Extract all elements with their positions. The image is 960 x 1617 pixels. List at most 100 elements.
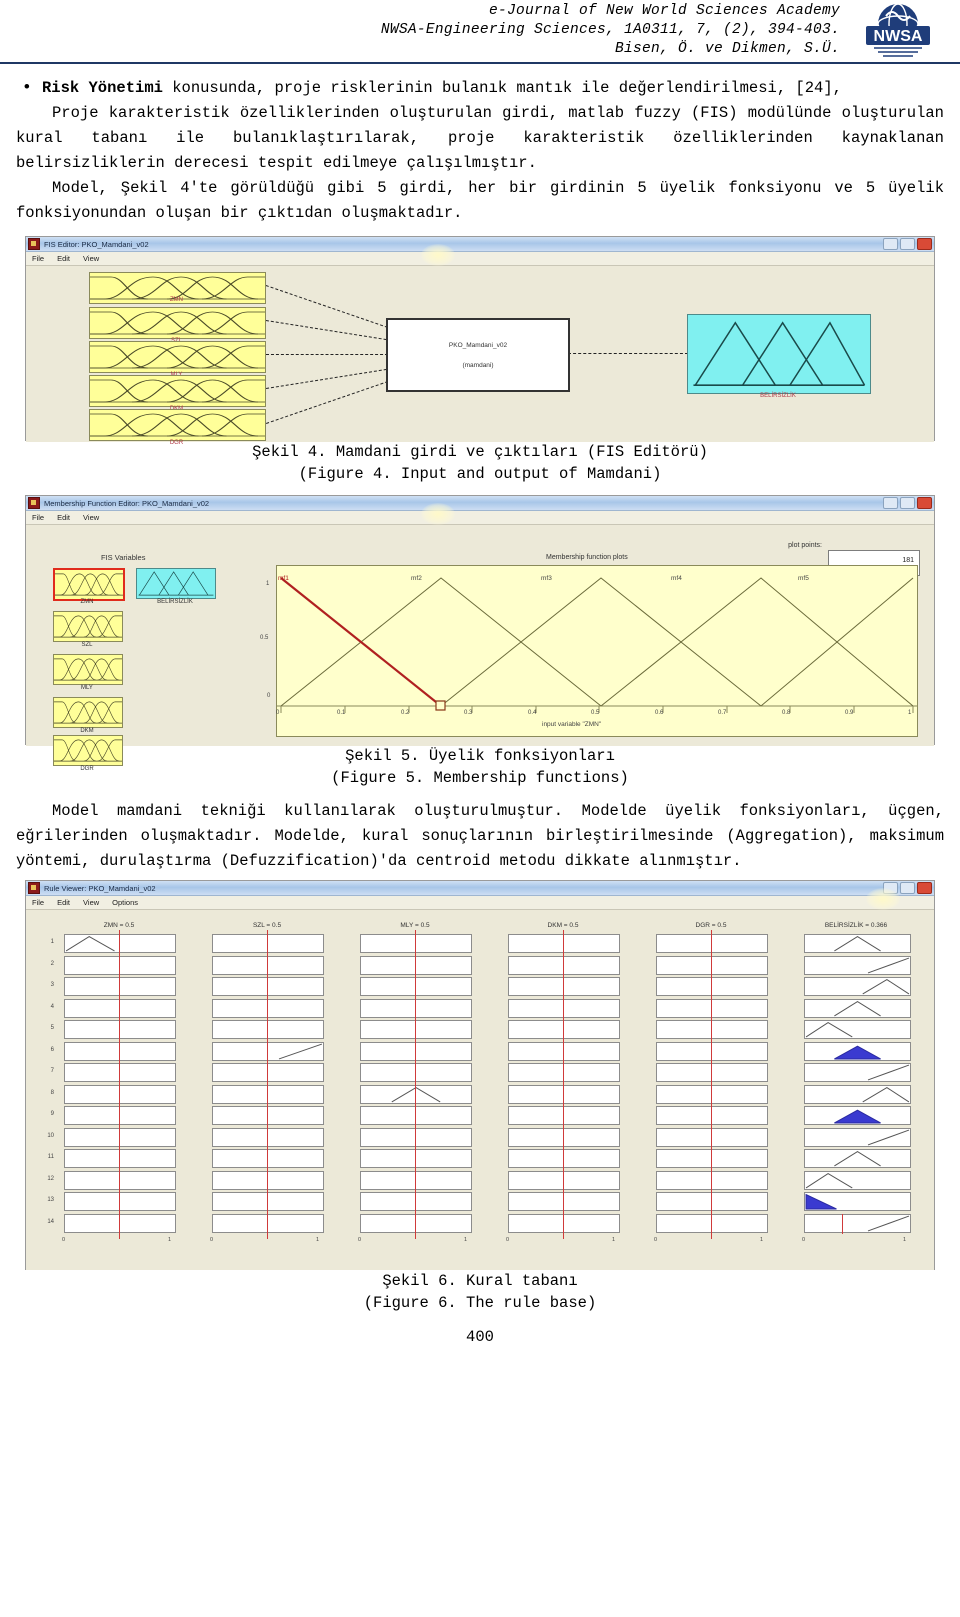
fis-editor-titlebar[interactable]: FIS Editor: PKO_Mamdani_v02 [26,237,934,252]
rule-number: 6 [50,1046,54,1053]
menu-view[interactable]: View [83,513,99,522]
fis-system-box[interactable]: PKO_Mamdani_v02 (mamdani) [386,318,570,392]
document-content: • Risk Yönetimi konusunda, proje riskler… [0,66,960,1346]
mf-thumb-label-dgr: DGR [80,766,94,772]
maximize-button[interactable] [900,882,915,894]
fis-editor-window[interactable]: FIS Editor: PKO_Mamdani_v02 File Edit Vi… [25,236,935,446]
close-button[interactable] [917,882,932,894]
output-variable-box[interactable] [687,314,871,394]
rule-consequent-cell [804,1084,911,1104]
window-controls[interactable] [883,497,932,509]
mf-editor-titlebar[interactable]: Membership Function Editor: PKO_Mamdani_… [26,496,934,511]
rule-consequent-cell [804,998,911,1018]
rule-antecedent-cell [360,1192,472,1211]
rule-antecedent-cell [64,998,176,1018]
rule-number: 13 [47,1197,54,1203]
rule-antecedent-cell [360,1149,472,1168]
rule-antecedent-cell [360,934,472,953]
rule-antecedent-cell [212,1170,324,1190]
rule-antecedent-cell [656,934,768,953]
rule-number: 10 [47,1132,54,1139]
mf-thumb-szl[interactable] [53,611,123,642]
rule-number: 7 [50,1068,54,1074]
input-variable-box-dgr[interactable] [89,409,266,441]
rule-number: 14 [47,1218,54,1225]
output-label-belirsizlik: BELİRSİZLİK [760,393,796,399]
rule-number: 5 [50,1025,54,1031]
membership-function-editor-window[interactable]: Membership Function Editor: PKO_Mamdani_… [25,495,935,772]
mf-thumb-belirsizlik[interactable] [136,568,216,599]
input-variable-box-szl[interactable] [89,307,266,339]
rule-axis-tick: 0 [654,1237,658,1243]
x-tick-0-6: 0.6 [655,710,664,716]
close-button[interactable] [917,238,932,250]
page-number: 400 [466,1328,494,1346]
rule-viewer-titlebar[interactable]: Rule Viewer: PKO_Mamdani_v02 [26,881,934,896]
fis-variables-title: FIS Variables [101,553,146,562]
input-value-indicator[interactable] [563,930,564,1239]
rule-antecedent-cell [656,998,768,1018]
minimize-button[interactable] [883,497,898,509]
rule-antecedent-cell [508,1127,620,1147]
rule-antecedent-cell [64,977,176,996]
mf-thumb-dkm[interactable] [53,697,123,728]
input-value-indicator[interactable] [415,930,416,1239]
mf-editor-menubar[interactable]: File Edit View [26,511,934,525]
header-divider [0,62,960,64]
menu-options[interactable]: Options [112,898,138,907]
rule-antecedent-cell [656,1041,768,1061]
fis-editor-menubar[interactable]: File Edit View [26,252,934,266]
fis-system-type: (mamdani) [462,361,494,369]
mf-thumb-mly[interactable] [53,654,123,685]
menu-file[interactable]: File [32,513,44,522]
rule-viewer-window[interactable]: Rule Viewer: PKO_Mamdani_v02 File Edit V… [25,880,935,1270]
menu-view[interactable]: View [83,898,99,907]
mf-thumb-label-szl: SZL [81,642,93,648]
input-value-indicator[interactable] [711,930,712,1239]
rule-antecedent-cell [64,1084,176,1104]
input-variable-box-mly[interactable] [89,341,266,373]
rule-consequent-cell [804,1127,911,1147]
minimize-button[interactable] [883,238,898,250]
rule-consequent-cell [804,1063,911,1082]
x-tick-0-3: 0.3 [464,710,473,716]
rule-antecedent-cell [360,1063,472,1082]
minimize-button[interactable] [883,882,898,894]
input-value-indicator[interactable] [119,930,120,1239]
menu-file[interactable]: File [32,254,44,263]
bullet-item-text: Risk Yönetimi konusunda, proje risklerin… [42,76,944,101]
rule-antecedent-cell [508,1213,620,1233]
rule-axis-tick: 0 [210,1237,214,1243]
rule-axis-tick: 0 [62,1237,66,1243]
mf-thumb-dgr[interactable] [53,735,123,766]
input-value-indicator[interactable] [267,930,268,1239]
window-controls[interactable] [883,882,932,894]
input-label-dgr: DGR [169,440,184,446]
maximize-button[interactable] [900,497,915,509]
close-button[interactable] [917,497,932,509]
rule-axis-tick: 0 [802,1237,806,1243]
plot-points-value: 181 [902,557,914,564]
rule-antecedent-cell [212,1149,324,1168]
menu-edit[interactable]: Edit [57,898,70,907]
mf-thumb-zmn[interactable] [53,568,125,601]
paragraph-3: Model mamdani tekniği kullanılarak oluşt… [16,802,944,870]
rule-viewer-menubar[interactable]: File Edit View Options [26,896,934,910]
menu-file[interactable]: File [32,898,44,907]
rule-antecedent-cell [508,1106,620,1125]
menu-edit[interactable]: Edit [57,513,70,522]
window-controls[interactable] [883,238,932,250]
maximize-button[interactable] [900,238,915,250]
menu-edit[interactable]: Edit [57,254,70,263]
rule-antecedent-cell [656,977,768,996]
rule-viewer-column-header-dkm: DKM = 0.5 [547,922,579,929]
rule-antecedent-cell [212,1213,324,1233]
rule-antecedent-cell [508,977,620,996]
output-defuzzified-indicator [842,1213,843,1234]
menu-view[interactable]: View [83,254,99,263]
input-variable-box-dkm[interactable] [89,375,266,407]
rule-antecedent-cell [508,1149,620,1168]
rule-antecedent-cell [656,1127,768,1147]
bullet-marker: • [21,79,32,98]
rule-viewer-column-header-szl: SZL = 0.5 [252,922,282,929]
